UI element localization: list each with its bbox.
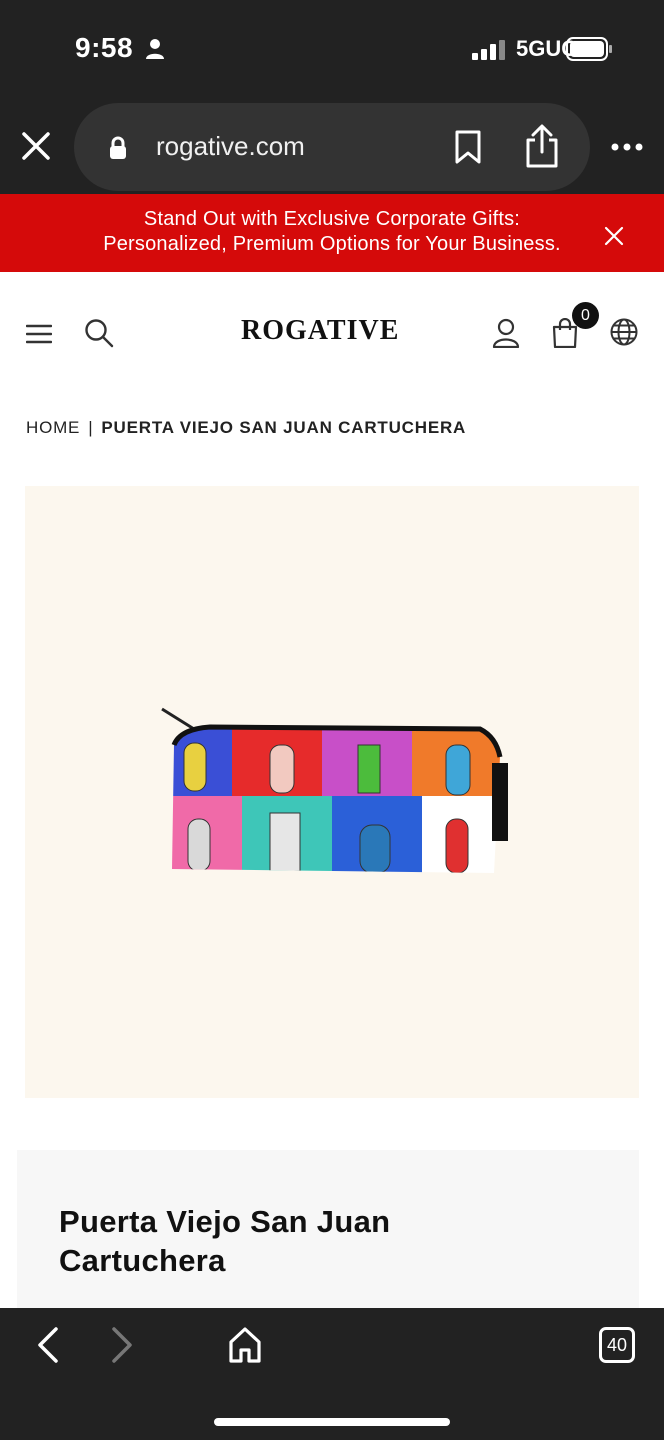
- promo-line-1: Stand Out with Exclusive Corporate Gifts…: [143, 208, 521, 230]
- promo-banner[interactable]: Stand Out with Exclusive Corporate Gifts…: [0, 194, 664, 272]
- product-image[interactable]: [25, 486, 639, 1098]
- breadcrumb-separator: |: [88, 418, 94, 437]
- breadcrumb-current: PUERTA VIEJO SAN JUAN CARTUCHERA: [101, 418, 467, 437]
- globe-icon[interactable]: [610, 318, 638, 346]
- pencil-case-image: [161, 707, 508, 873]
- address-bar[interactable]: [74, 103, 590, 191]
- product-info-card: Puerta Viejo San Juan Cartuchera: [17, 1150, 639, 1320]
- status-bar: 9:58 5GUC: [0, 0, 664, 100]
- home-icon[interactable]: [228, 1326, 262, 1364]
- menu-icon[interactable]: [26, 323, 52, 345]
- breadcrumb-home[interactable]: HOME: [26, 418, 80, 437]
- product-title: Puerta Viejo San Juan Cartuchera: [59, 1204, 391, 1278]
- battery-icon: [566, 37, 612, 61]
- share-icon[interactable]: [524, 124, 560, 168]
- lock-icon: [110, 136, 126, 159]
- forward-icon[interactable]: [108, 1326, 136, 1364]
- bookmark-icon[interactable]: [454, 130, 482, 164]
- more-icon[interactable]: [610, 140, 644, 154]
- site-logo[interactable]: ROGATIVE: [241, 315, 399, 347]
- close-icon[interactable]: [604, 226, 624, 246]
- cart-count-badge: 0: [572, 302, 599, 329]
- back-icon[interactable]: [34, 1326, 62, 1364]
- search-icon[interactable]: [84, 318, 114, 348]
- signal-icon: [472, 40, 505, 60]
- home-indicator: [214, 1418, 450, 1426]
- tabs-icon[interactable]: 40: [599, 1327, 635, 1363]
- status-time: 9:58: [75, 32, 134, 63]
- promo-line-2: Personalized, Premium Options for Your B…: [103, 233, 561, 255]
- person-icon: [146, 39, 164, 59]
- breadcrumb: HOME | PUERTA VIEJO SAN JUAN CARTUCHERA: [26, 418, 466, 438]
- url-text[interactable]: rogative.com: [156, 131, 305, 162]
- user-icon[interactable]: [492, 318, 520, 348]
- close-icon[interactable]: [20, 130, 52, 162]
